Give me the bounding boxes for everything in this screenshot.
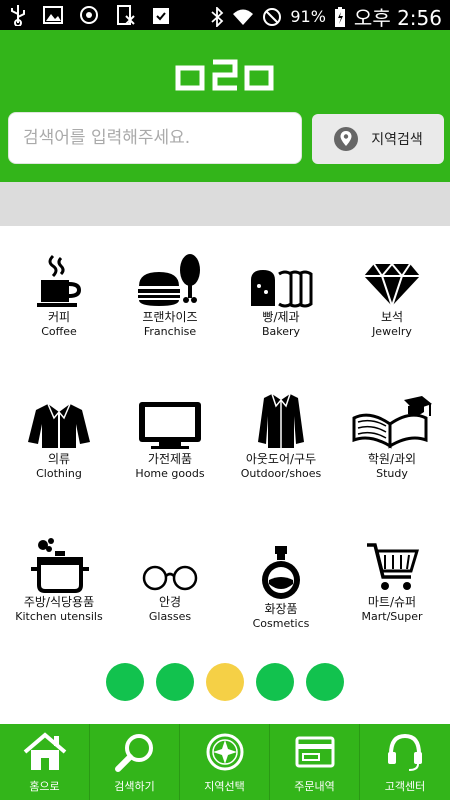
diamond-icon xyxy=(364,262,420,308)
app-header: 지역검색 xyxy=(0,30,450,182)
wifi-icon xyxy=(233,9,254,25)
burger-chicken-icon xyxy=(138,254,200,306)
nav-label: 주문내역 xyxy=(294,780,335,793)
category-home-goods[interactable]: 가전제품 Home goods xyxy=(114,390,226,480)
category-label-ko: 마트/슈퍼 xyxy=(367,595,417,609)
category-label-ko: 프랜차이즈 xyxy=(142,310,198,324)
nav-region[interactable]: 지역선택 xyxy=(180,724,270,800)
category-label-ko: 주방/식당용품 xyxy=(23,595,95,609)
category-label-en: Franchise xyxy=(143,325,197,338)
clock: 오후 2:56 xyxy=(353,6,442,30)
bread-loaf-icon xyxy=(251,270,313,308)
do-not-disturb-icon xyxy=(263,7,282,26)
bluetooth-icon xyxy=(211,6,224,27)
page-dot-2[interactable] xyxy=(156,663,194,701)
region-search-button[interactable]: 지역검색 xyxy=(312,114,444,164)
search-input[interactable] xyxy=(9,113,301,163)
bottom-nav: 홈으로 검색하기 지역선택 주문내역 고객센터 xyxy=(0,724,450,800)
perfume-icon xyxy=(262,546,300,599)
category-bakery[interactable]: 빵/제과 Bakery xyxy=(225,248,337,338)
category-label-en: Clothing xyxy=(36,467,82,480)
category-label-en: Kitchen utensils xyxy=(15,610,103,623)
category-mart[interactable]: 마트/슈퍼 Mart/Super xyxy=(336,533,448,623)
category-label-en: Outdoor/shoes xyxy=(240,467,322,480)
category-jewelry[interactable]: 보석 Jewelry xyxy=(336,248,448,338)
category-cosmetics[interactable]: 화장품 Cosmetics xyxy=(225,540,337,630)
usb-icon xyxy=(11,5,25,26)
category-clothing[interactable]: 의류 Clothing xyxy=(3,390,115,480)
o2o-logo xyxy=(175,59,274,91)
cooking-pot-icon xyxy=(31,538,89,593)
category-outdoor-shoes[interactable]: 아웃도어/구두 Outdoor/shoes xyxy=(225,390,337,480)
headset-icon xyxy=(388,733,422,771)
coffee-cup-icon xyxy=(37,254,82,307)
category-label-en: Cosmetics xyxy=(252,617,310,630)
glasses-icon xyxy=(142,565,198,591)
location-pin-icon xyxy=(334,127,359,151)
category-label-en: Glasses xyxy=(148,610,192,623)
category-label-ko: 의류 xyxy=(47,452,71,466)
region-search-label: 지역검색 xyxy=(371,132,423,148)
category-label-ko: 가전제품 xyxy=(147,452,193,466)
nav-label: 홈으로 xyxy=(29,780,60,793)
book-cap-icon xyxy=(352,396,432,449)
category-label-en: Mart/Super xyxy=(361,610,423,623)
page-dot-3[interactable] xyxy=(206,663,244,701)
nav-home[interactable]: 홈으로 xyxy=(0,724,90,800)
page-indicator xyxy=(0,663,450,703)
coat-icon xyxy=(258,393,304,448)
category-coffee[interactable]: 커피 Coffee xyxy=(3,248,115,338)
page-dot-4[interactable] xyxy=(256,663,294,701)
card-icon xyxy=(295,736,334,768)
category-label-en: Home goods xyxy=(135,467,205,480)
magnifier-icon xyxy=(114,734,153,772)
page-dot-5[interactable] xyxy=(306,663,344,701)
category-label-en: Coffee xyxy=(41,325,77,338)
battery-icon xyxy=(334,6,345,27)
clipboard-icon xyxy=(153,8,169,24)
compass-icon xyxy=(206,733,243,771)
banner-area xyxy=(0,182,450,226)
nav-search[interactable]: 검색하기 xyxy=(90,724,180,800)
category-label-ko: 커피 xyxy=(47,310,71,324)
category-franchise[interactable]: 프랜차이즈 Franchise xyxy=(114,248,226,338)
nav-support[interactable]: 고객센터 xyxy=(360,724,450,800)
system-status: 91% 오후 2:56 xyxy=(210,2,442,31)
tv-icon xyxy=(139,402,201,449)
nav-label: 고객센터 xyxy=(384,780,426,793)
status-bar: 91% 오후 2:56 xyxy=(0,0,450,30)
category-label-ko: 학원/과외 xyxy=(367,452,417,466)
image-icon xyxy=(43,6,63,24)
category-label-en: Study xyxy=(376,467,408,480)
category-study[interactable]: 학원/과외 Study xyxy=(336,390,448,480)
category-label-en: Bakery xyxy=(261,325,301,338)
category-label-ko: 안경 xyxy=(158,595,182,609)
category-label-ko: 빵/제과 xyxy=(262,310,300,324)
category-glasses[interactable]: 안경 Glasses xyxy=(114,533,226,623)
app-screen: 91% 오후 2:56 지역검색 xyxy=(0,0,450,800)
category-label-ko: 아웃도어/구두 xyxy=(245,452,317,466)
home-icon xyxy=(23,732,66,770)
category-label-en: Jewelry xyxy=(372,325,412,338)
category-label-ko: 보석 xyxy=(380,310,404,324)
battery-percent: 91% xyxy=(290,7,326,26)
notification-icons xyxy=(8,4,172,26)
nav-label: 검색하기 xyxy=(114,780,155,793)
search-box[interactable] xyxy=(8,112,302,164)
jacket-icon xyxy=(28,403,90,448)
shopping-cart-icon xyxy=(367,543,419,590)
sync-icon xyxy=(80,6,98,24)
category-grid: 커피 Coffee 프랜차이즈 Franchise 빵/제과 Bakery 보석… xyxy=(0,226,450,726)
category-kitchen[interactable]: 주방/식당용품 Kitchen utensils xyxy=(3,533,115,623)
category-label-ko: 화장품 xyxy=(264,602,298,616)
nav-orders[interactable]: 주문내역 xyxy=(270,724,360,800)
page-dot-1[interactable] xyxy=(106,663,144,701)
sim-off-icon xyxy=(117,5,135,25)
nav-label: 지역선택 xyxy=(204,780,245,793)
app-logo xyxy=(0,58,450,96)
